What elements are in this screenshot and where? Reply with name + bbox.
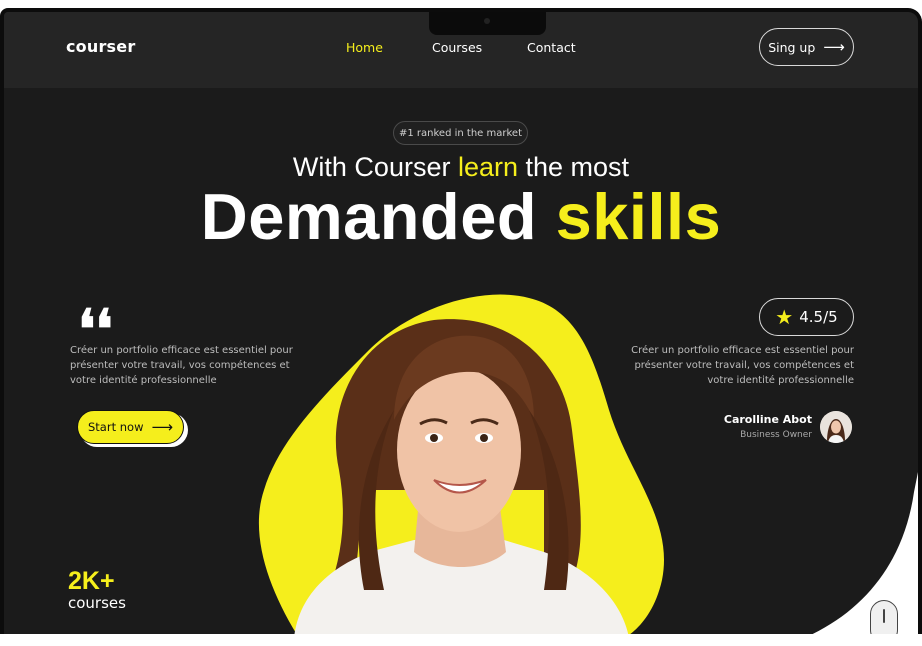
device-frame: courser Home Courses Contact Sing up ⟶ #… xyxy=(0,8,922,634)
scroll-wheel xyxy=(883,609,885,623)
headline-text: With Courser xyxy=(292,152,458,182)
nav-link-home[interactable]: Home xyxy=(346,40,383,55)
signup-button[interactable]: Sing up ⟶ xyxy=(759,28,854,66)
rating-badge: ★ 4.5/5 xyxy=(759,298,854,336)
camera-icon xyxy=(484,18,490,24)
headline-line1: With Courser learn the most xyxy=(4,152,918,183)
ranking-badge: #1 ranked in the market xyxy=(393,121,528,145)
course-count: 2K+ xyxy=(68,567,115,595)
reviewer-name: Carolline Abot xyxy=(723,413,812,426)
left-description: Créer un portfolio efficace est essentie… xyxy=(70,345,293,386)
headline2-text: Demanded xyxy=(200,180,556,253)
face xyxy=(397,368,521,532)
arrow-right-icon: ⟶ xyxy=(151,417,173,436)
start-now-button[interactable]: Start now ⟶ xyxy=(77,410,184,444)
camera-notch xyxy=(429,12,546,35)
right-description: Créer un portfolio efficace est essentie… xyxy=(631,345,854,386)
arrow-right-icon: ⟶ xyxy=(823,37,845,56)
course-count-label: courses xyxy=(68,594,126,612)
reviewer-role: Business Owner xyxy=(740,430,812,440)
hero-image xyxy=(258,294,664,634)
headline-highlight: learn xyxy=(457,152,519,182)
headline-line2: Demanded skills xyxy=(4,181,918,253)
scroll-indicator-icon[interactable] xyxy=(870,600,898,634)
rating-value: 4.5/5 xyxy=(799,308,838,326)
nav-link-courses[interactable]: Courses xyxy=(432,40,482,55)
signup-label: Sing up xyxy=(768,39,816,55)
decorative-curve xyxy=(812,472,918,634)
headline-text-end: the most xyxy=(518,152,630,182)
star-icon: ★ xyxy=(775,305,794,329)
nav-link-contact[interactable]: Contact xyxy=(527,40,576,55)
start-now-button-wrapper: Start now ⟶ xyxy=(77,410,189,448)
start-now-label: Start now xyxy=(88,420,144,434)
logo[interactable]: courser xyxy=(66,37,135,56)
avatar xyxy=(820,411,852,443)
headline2-highlight: skills xyxy=(555,180,722,253)
